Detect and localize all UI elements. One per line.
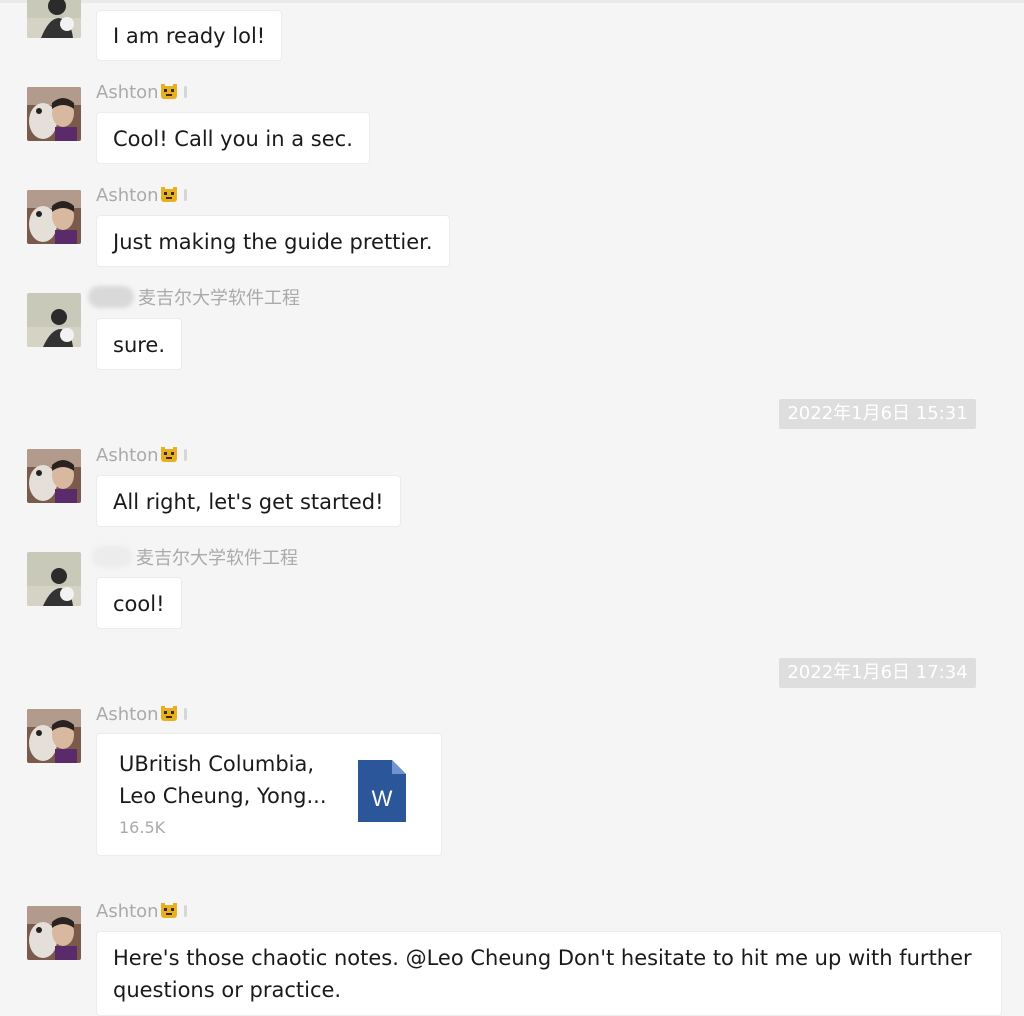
file-name-line-1: UBritish Columbia, [119, 752, 315, 776]
message-text: cool! [113, 592, 165, 616]
sender-label: Ashton [96, 900, 159, 922]
word-doc-letter: W [372, 786, 393, 811]
blurred-name [88, 286, 134, 308]
file-name: UBritish Columbia, Leo Cheung, Yong... [119, 748, 341, 812]
sender-dot [183, 189, 187, 201]
file-size: 16.5K [119, 818, 166, 837]
avatar[interactable] [27, 293, 81, 347]
message-text: Here's those chaotic notes. @Leo Cheung … [113, 946, 972, 1002]
top-divider [0, 0, 1024, 3]
file-name-line-2: Leo Cheung, Yong... [119, 784, 327, 808]
sender-name: Ashton [96, 899, 187, 923]
avatar[interactable] [27, 709, 81, 763]
avatar[interactable] [27, 449, 81, 503]
avatar[interactable] [27, 906, 81, 960]
timestamp: 2022年1月6日 17:34 [779, 658, 976, 688]
file-attachment[interactable]: UBritish Columbia, Leo Cheung, Yong... 1… [96, 733, 442, 856]
message-bubble[interactable]: I am ready lol! [96, 10, 283, 61]
avatar[interactable] [27, 552, 81, 606]
message-text: sure. [113, 333, 166, 357]
tiger-emoji-icon [160, 187, 177, 202]
message-bubble[interactable]: cool! [96, 577, 182, 629]
sender-label: 麦吉尔大学软件工程 [138, 288, 300, 309]
tiger-emoji-icon [160, 84, 177, 99]
avatar[interactable] [27, 87, 81, 141]
sender-dot [183, 86, 187, 98]
message-bubble[interactable]: sure. [96, 318, 183, 370]
sender-name: Ashton [96, 183, 187, 207]
sender-label: Ashton [96, 444, 159, 466]
message-text: Just making the guide prettier. [113, 230, 433, 254]
sender-label: Ashton [96, 81, 159, 103]
sender-name: Ashton [96, 702, 187, 726]
sender-dot [183, 905, 187, 917]
sender-dot [183, 449, 187, 461]
message-bubble[interactable]: Here's those chaotic notes. @Leo Cheung … [96, 931, 1002, 1016]
avatar[interactable] [27, 0, 81, 38]
sender-dot [183, 708, 187, 720]
sender-label: Ashton [96, 184, 159, 206]
sender-name: Ashton [96, 80, 187, 104]
sender-name: Ashton [96, 443, 187, 467]
sender-name: 麦吉尔大学软件工程 [88, 285, 300, 309]
tiger-emoji-icon [160, 903, 177, 918]
message-text: All right, let's get started! [113, 490, 384, 514]
message-text: I am ready lol! [113, 24, 266, 48]
message-text: Cool! Call you in a sec. [113, 127, 353, 151]
blurred-name [92, 546, 132, 568]
message-bubble[interactable]: All right, let's get started! [96, 475, 401, 527]
avatar[interactable] [27, 190, 81, 244]
message-bubble[interactable]: Cool! Call you in a sec. [96, 112, 370, 164]
word-doc-icon: W [358, 760, 406, 822]
sender-label: Ashton [96, 703, 159, 725]
message-bubble[interactable]: Just making the guide prettier. [96, 215, 450, 267]
sender-name: 麦吉尔大学软件工程 [92, 545, 298, 569]
tiger-emoji-icon [160, 706, 177, 721]
timestamp: 2022年1月6日 15:31 [779, 399, 976, 429]
sender-label: 麦吉尔大学软件工程 [136, 548, 298, 569]
tiger-emoji-icon [160, 447, 177, 462]
